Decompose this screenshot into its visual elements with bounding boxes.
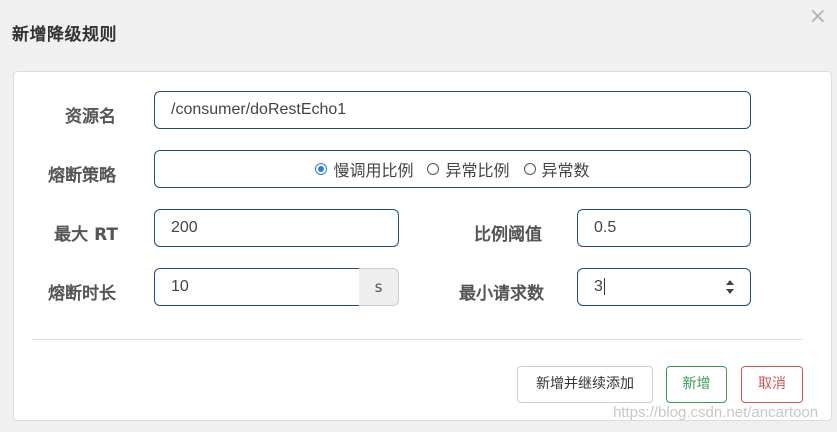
radio-label: 慢调用比例 [333,161,414,180]
radio-unchecked-icon [427,163,440,175]
resource-input[interactable]: /consumer/doRestEcho1 [154,91,751,129]
watermark-text: https://blog.csdn.net/ancartoon [613,404,819,421]
resource-label: 资源名 [65,107,116,127]
footer-divider [32,339,803,340]
break-duration-label: 熔断时长 [48,284,116,304]
strategy-label: 熔断策略 [48,166,116,186]
ratio-threshold-input[interactable]: 0.5 [577,209,751,247]
radio-option-slow-ratio[interactable]: 慢调用比例 [315,157,413,181]
close-icon[interactable]: × [809,6,827,28]
min-requests-label: 最小请求数 [459,284,544,304]
radio-checked-icon [315,163,328,175]
min-requests-value: 3 [594,278,603,295]
form-panel: 资源名 /consumer/doRestEcho1 熔断策略 慢调用比例 异常比… [13,71,832,421]
add-button[interactable]: 新增 [666,366,727,403]
seconds-unit-addon: s [359,268,399,306]
min-requests-input[interactable]: 3 [577,268,751,306]
radio-label: 异常比例 [445,161,510,180]
ratio-threshold-label: 比例阈值 [474,225,542,245]
number-stepper-icon[interactable] [724,279,736,295]
max-rt-label: 最大 RT [54,225,118,245]
strategy-radio-group: 慢调用比例 异常比例 异常数 [154,150,751,188]
radio-label: 异常数 [541,161,590,180]
text-caret [603,278,605,295]
degrade-rule-dialog: 新增降级规则 × 资源名 /consumer/doRestEcho1 熔断策略 … [0,0,837,432]
radio-unchecked-icon [523,163,536,175]
max-rt-input[interactable]: 200 [154,209,399,247]
cancel-button[interactable]: 取消 [741,366,803,403]
radio-option-error-ratio[interactable]: 异常比例 [427,157,510,181]
dialog-title: 新增降级规则 [12,25,117,45]
add-and-continue-button[interactable]: 新增并继续添加 [517,366,653,403]
radio-option-error-count[interactable]: 异常数 [523,157,590,181]
break-duration-input[interactable]: 10 [154,268,360,306]
